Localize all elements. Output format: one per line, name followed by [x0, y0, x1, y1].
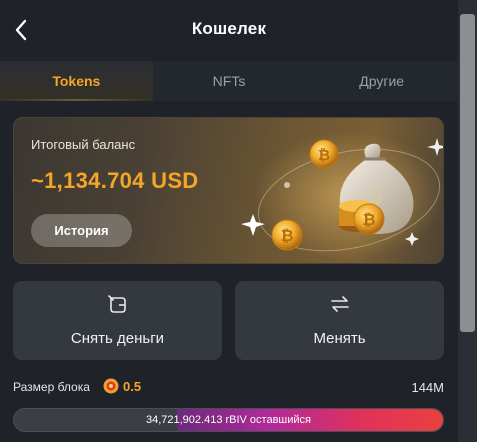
wallet-screen: Кошелек Tokens NFTs Другие Итоговый бала… [0, 0, 458, 442]
coins-bag-illustration: $ ₿ ₿ ₿ [241, 131, 443, 261]
exchange-button[interactable]: Менять [235, 281, 444, 360]
wallet-out-icon [107, 295, 126, 313]
scroll-thumb[interactable] [460, 14, 475, 332]
svg-text:₿: ₿ [318, 146, 330, 164]
withdraw-button[interactable]: Снять деньги [13, 281, 222, 360]
balance-amount: ~1,134.704 USD [31, 168, 199, 193]
page-title: Кошелек [191, 19, 267, 38]
tab-bar: Tokens NFTs Другие [0, 61, 458, 101]
header: Кошелек [0, 0, 458, 60]
tab-tokens[interactable]: Tokens [0, 61, 153, 101]
balance-card: Итоговый баланс ~1,134.704 USD История $… [13, 117, 444, 264]
tab-nfts[interactable]: NFTs [153, 61, 306, 101]
tab-other[interactable]: Другие [305, 61, 458, 101]
swap-arrows-icon [330, 296, 349, 312]
balance-label: Итоговый баланс [31, 137, 136, 152]
remaining-progress-bar: 34,721,902.413 rBIV оставшийся [13, 408, 444, 432]
remaining-text: 34,721,902.413 rBIV оставшийся [145, 414, 312, 426]
withdraw-label: Снять деньги [70, 330, 165, 347]
svg-text:₿: ₿ [280, 226, 293, 245]
rbiv-coin-icon [103, 378, 119, 394]
scrollbar[interactable] [458, 0, 477, 442]
block-size-label: Размер блока [13, 380, 90, 394]
svg-text:₿: ₿ [362, 210, 375, 229]
history-button[interactable]: История [31, 214, 132, 247]
block-size-value: 0.5 [123, 379, 142, 394]
exchange-label: Менять [313, 330, 366, 347]
block-total: 144M [411, 380, 444, 395]
